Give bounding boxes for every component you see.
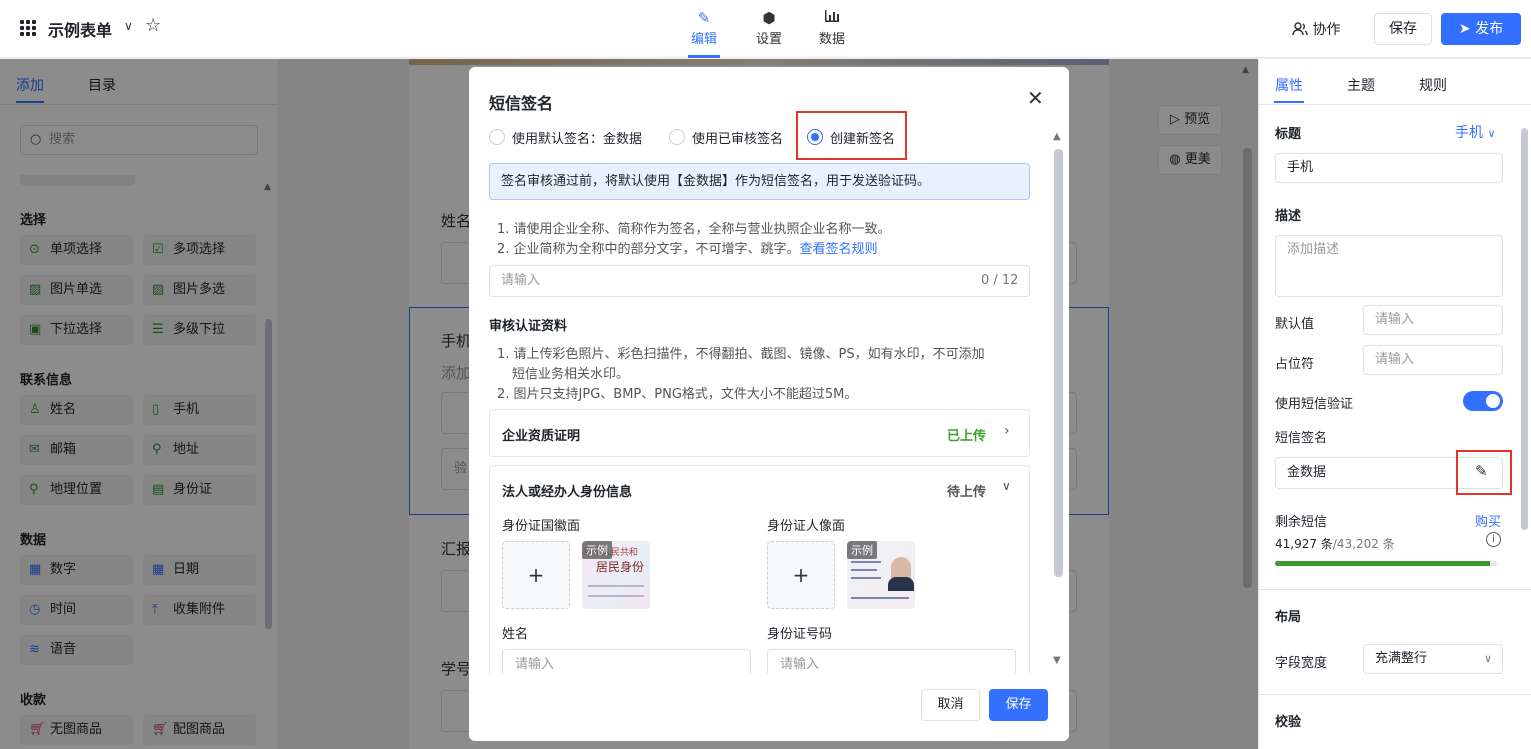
sign-rule-2: 2. 企业简称为全称中的部分文字，不可增字、跳字。查看签名规则 xyxy=(497,242,878,257)
id-front-upload[interactable]: + xyxy=(502,541,570,609)
id-number-label: 身份证号码 xyxy=(767,627,833,642)
legal-person-id-status: 待上传 xyxy=(947,485,987,500)
sign-rule-1: 1. 请使用企业全称、简称作为签名，全称与营业执照企业名称一致。 xyxy=(497,222,891,237)
right-panel: 属性 主题 规则 标题 手机 ∨ 手机 描述 添加描述 默认值 请输入 占位符 … xyxy=(1258,59,1531,749)
radio-approved-sign[interactable] xyxy=(669,129,685,145)
field-type-select[interactable]: 手机 ∨ xyxy=(1455,122,1496,142)
radio-new-sign[interactable] xyxy=(807,129,823,145)
edit-pencil-icon[interactable]: ✎ xyxy=(1475,462,1488,480)
default-value-input[interactable]: 请输入 xyxy=(1363,305,1503,335)
placeholder-label: 占位符 xyxy=(1275,357,1315,372)
audit-rule-1: 1. 请上传彩色照片、彩色扫描件，不得翻拍、截图、镜像、PS，如有水印，不可添加 xyxy=(497,347,985,362)
plus-icon: + xyxy=(527,563,545,587)
validation-label: 校验 xyxy=(1275,715,1302,730)
placeholder-input[interactable]: 请输入 xyxy=(1363,345,1503,375)
title-input[interactable]: 手机 xyxy=(1275,153,1503,183)
id-number-input[interactable]: 请输入 xyxy=(767,649,1016,674)
chevron-down-icon: ∨ xyxy=(1483,652,1492,665)
id-front-sample-image: 中华人民共和 居民身份 示例 xyxy=(582,541,650,609)
dialog-scrollbar[interactable] xyxy=(1054,149,1063,577)
buy-link[interactable]: 购买 xyxy=(1475,511,1501,530)
view-sign-rules-link[interactable]: 查看签名规则 xyxy=(800,242,878,257)
active-tab-indicator xyxy=(1274,101,1304,103)
name-label: 姓名 xyxy=(502,627,529,642)
dialog-save-button[interactable]: 保存 xyxy=(989,689,1048,721)
send-icon: ➤ xyxy=(1458,21,1471,37)
id-back-upload[interactable]: + xyxy=(767,541,835,609)
sms-sign-label: 短信签名 xyxy=(1275,431,1328,446)
sms-verify-toggle[interactable] xyxy=(1463,391,1503,411)
scroll-up-arrow-icon[interactable]: ▲ xyxy=(1053,131,1061,142)
divider xyxy=(1259,589,1531,590)
remaining-sms-count: 41,927 条/43,202 条 xyxy=(1275,537,1395,551)
right-scrollbar[interactable] xyxy=(1521,128,1528,530)
enterprise-cert-status: 已上传 xyxy=(947,429,987,444)
divider xyxy=(1259,694,1531,695)
radio-default-sign[interactable] xyxy=(489,129,505,145)
enterprise-cert-title: 企业资质证明 xyxy=(502,429,581,444)
sign-char-count: 0 / 12 xyxy=(981,273,1019,288)
sms-verify-label: 使用短信验证 xyxy=(1275,397,1354,412)
chevron-down-icon[interactable]: ∨ xyxy=(1002,479,1011,493)
tab-theme[interactable]: 主题 xyxy=(1347,75,1375,95)
title-label: 标题 xyxy=(1275,127,1302,142)
save-button[interactable]: 保存 xyxy=(1374,13,1432,45)
info-alert: 签名审核通过前，将默认使用【金数据】作为短信签名，用于发送验证码。 xyxy=(489,163,1030,200)
audit-rule-2: 2. 图片只支持JPG、BMP、PNG格式，文件大小不能超过5M。 xyxy=(497,387,858,402)
cancel-button[interactable]: 取消 xyxy=(921,689,980,721)
tab-rules[interactable]: 规则 xyxy=(1419,75,1447,95)
chevron-right-icon: › xyxy=(1004,423,1010,439)
radio-approved-sign-label[interactable]: 使用已审核签名 xyxy=(692,128,783,147)
enterprise-cert-card[interactable]: 企业资质证明 已上传 › xyxy=(489,409,1030,457)
name-input[interactable]: 请输入 xyxy=(502,649,751,674)
default-value-label: 默认值 xyxy=(1275,317,1315,332)
users-icon xyxy=(1292,22,1312,38)
description-label: 描述 xyxy=(1275,209,1302,224)
remaining-sms-label: 剩余短信 xyxy=(1275,515,1328,530)
legal-person-id-title: 法人或经办人身份信息 xyxy=(502,485,633,500)
layout-label: 布局 xyxy=(1275,610,1302,625)
id-back-label: 身份证人像面 xyxy=(767,519,846,534)
field-width-select[interactable]: 充满整行 ∨ xyxy=(1363,644,1503,674)
id-back-sample-image: 示例 xyxy=(847,541,915,609)
sign-input[interactable]: 请输入 xyxy=(489,265,1030,297)
radio-default-sign-label[interactable]: 使用默认签名：金数据 xyxy=(512,128,642,147)
sample-tag: 示例 xyxy=(582,541,612,559)
chevron-down-icon: ∨ xyxy=(1487,127,1496,140)
field-width-label: 字段宽度 xyxy=(1275,656,1328,671)
audit-section-title: 审核认证资料 xyxy=(489,319,568,334)
dialog-body: 短信签名 ✕ 使用默认签名：金数据 使用已审核签名 创建新签名 签名审核通过前，… xyxy=(469,67,1069,674)
sample-tag: 示例 xyxy=(847,541,877,559)
publish-button[interactable]: ➤ 发布 xyxy=(1441,13,1521,45)
sms-sign-dialog: 短信签名 ✕ 使用默认签名：金数据 使用已审核签名 创建新签名 签名审核通过前，… xyxy=(469,67,1069,741)
topbar-overlay xyxy=(0,0,1258,59)
audit-rule-1-cont: 短信业务相关水印。 xyxy=(512,367,630,382)
description-input[interactable]: 添加描述 xyxy=(1275,235,1503,297)
radio-new-sign-label[interactable]: 创建新签名 xyxy=(830,128,895,147)
collaborate-button[interactable]: 协作 xyxy=(1292,19,1340,39)
divider xyxy=(1259,104,1531,105)
info-icon[interactable]: i xyxy=(1486,532,1501,547)
plus-icon: + xyxy=(792,563,810,587)
tab-properties[interactable]: 属性 xyxy=(1275,75,1303,95)
scroll-down-arrow-icon[interactable]: ▼ xyxy=(1053,655,1061,666)
progress-fill xyxy=(1275,561,1491,566)
close-icon[interactable]: ✕ xyxy=(1027,86,1044,110)
remaining-sms-progress xyxy=(1275,561,1497,566)
dialog-title: 短信签名 xyxy=(489,94,554,113)
legal-person-id-card: 法人或经办人身份信息 待上传 ∨ 身份证国徽面 + 中华人民共和 居民身份 示例… xyxy=(489,465,1030,674)
id-front-label: 身份证国徽面 xyxy=(502,519,581,534)
